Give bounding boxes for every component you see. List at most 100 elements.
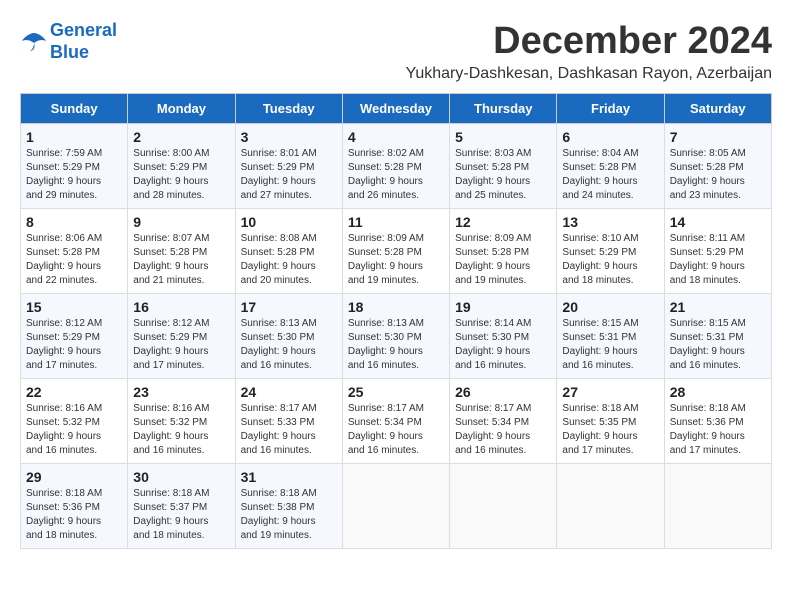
calendar-cell: 2 Sunrise: 8:00 AM Sunset: 5:29 PM Daylig…	[128, 124, 235, 209]
day-number: 17	[241, 299, 337, 315]
calendar-cell: 6Sunrise: 8:04 AM Sunset: 5:28 PM Daylig…	[557, 124, 664, 209]
day-number: 22	[26, 384, 122, 400]
calendar-cell: 10 Sunrise: 8:08 AM Sunset: 5:28 PM Dayli…	[235, 209, 342, 294]
day-number: 7	[670, 129, 766, 145]
calendar-cell: 3 Sunrise: 8:01 AM Sunset: 5:29 PM Daylig…	[235, 124, 342, 209]
cell-info: Sunrise: 8:13 AM Sunset: 5:30 PM Dayligh…	[241, 317, 337, 373]
cell-info: Sunrise: 8:14 AM Sunset: 5:30 PM Dayligh…	[455, 317, 551, 373]
calendar-cell: 25 Sunrise: 8:17 AM Sunset: 5:34 PM Dayli…	[342, 379, 449, 464]
day-number: 16	[133, 299, 229, 315]
day-number: 26	[455, 384, 551, 400]
calendar-cell: 27 Sunrise: 8:18 AM Sunset: 5:35 PM Dayli…	[557, 379, 664, 464]
calendar-cell: 1 Sunrise: 7:59 AM Sunset: 5:29 PM Daylig…	[21, 124, 128, 209]
week-row-4: 22 Sunrise: 8:16 AM Sunset: 5:32 PM Dayli…	[21, 379, 772, 464]
calendar-cell: 15Sunrise: 8:12 AM Sunset: 5:29 PM Dayli…	[21, 294, 128, 379]
calendar-cell: 11Sunrise: 8:09 AM Sunset: 5:28 PM Dayli…	[342, 209, 449, 294]
calendar-cell	[557, 464, 664, 549]
week-row-1: 1 Sunrise: 7:59 AM Sunset: 5:29 PM Daylig…	[21, 124, 772, 209]
day-number: 3	[241, 129, 337, 145]
cell-info: Sunrise: 8:17 AM Sunset: 5:34 PM Dayligh…	[348, 402, 444, 458]
cell-info: Sunrise: 8:09 AM Sunset: 5:28 PM Dayligh…	[348, 232, 444, 288]
cell-info: Sunrise: 8:15 AM Sunset: 5:31 PM Dayligh…	[562, 317, 658, 373]
day-number: 30	[133, 469, 229, 485]
weekday-header-saturday: Saturday	[664, 94, 771, 124]
calendar-cell: 23Sunrise: 8:16 AM Sunset: 5:32 PM Dayli…	[128, 379, 235, 464]
weekday-header-thursday: Thursday	[450, 94, 557, 124]
calendar-cell: 13 Sunrise: 8:10 AM Sunset: 5:29 PM Dayli…	[557, 209, 664, 294]
day-number: 14	[670, 214, 766, 230]
cell-info: Sunrise: 8:12 AM Sunset: 5:29 PM Dayligh…	[133, 317, 229, 373]
calendar-cell: 22 Sunrise: 8:16 AM Sunset: 5:32 PM Dayli…	[21, 379, 128, 464]
cell-info: Sunrise: 8:08 AM Sunset: 5:28 PM Dayligh…	[241, 232, 337, 288]
cell-info: Sunrise: 8:09 AM Sunset: 5:28 PM Dayligh…	[455, 232, 551, 288]
cell-info: Sunrise: 8:16 AM Sunset: 5:32 PM Dayligh…	[26, 402, 122, 458]
day-number: 20	[562, 299, 658, 315]
calendar-cell: 7 Sunrise: 8:05 AM Sunset: 5:28 PM Daylig…	[664, 124, 771, 209]
cell-info: Sunrise: 8:00 AM Sunset: 5:29 PM Dayligh…	[133, 147, 229, 203]
day-number: 5	[455, 129, 551, 145]
calendar-cell	[664, 464, 771, 549]
weekday-header-tuesday: Tuesday	[235, 94, 342, 124]
day-number: 4	[348, 129, 444, 145]
calendar-cell: 9 Sunrise: 8:07 AM Sunset: 5:28 PM Daylig…	[128, 209, 235, 294]
calendar-cell	[342, 464, 449, 549]
calendar-cell: 28Sunrise: 8:18 AM Sunset: 5:36 PM Dayli…	[664, 379, 771, 464]
cell-info: Sunrise: 8:02 AM Sunset: 5:28 PM Dayligh…	[348, 147, 444, 203]
cell-info: Sunrise: 8:16 AM Sunset: 5:32 PM Dayligh…	[133, 402, 229, 458]
week-row-5: 29Sunrise: 8:18 AM Sunset: 5:36 PM Dayli…	[21, 464, 772, 549]
weekday-header-monday: Monday	[128, 94, 235, 124]
week-row-3: 15 Sunrise: 8:12 AM Sunset: 5:29 PM Dayli…	[21, 294, 772, 379]
day-number: 6	[562, 129, 658, 145]
logo-text: General Blue	[50, 20, 117, 63]
calendar-cell: 24 Sunrise: 8:17 AM Sunset: 5:33 PM Dayli…	[235, 379, 342, 464]
page-header: General Blue December 2024 Yukhary-Dashk…	[20, 20, 772, 83]
cell-info: Sunrise: 8:18 AM Sunset: 5:35 PM Dayligh…	[562, 402, 658, 458]
day-number: 13	[562, 214, 658, 230]
cell-info: Sunrise: 7:59 AM Sunset: 5:29 PM Dayligh…	[26, 147, 122, 203]
day-number: 19	[455, 299, 551, 315]
day-number: 24	[241, 384, 337, 400]
cell-info: Sunrise: 8:17 AM Sunset: 5:33 PM Dayligh…	[241, 402, 337, 458]
day-number: 28	[670, 384, 766, 400]
calendar-table: SundayMondayTuesdayWednesdayThursdayFrid…	[20, 93, 772, 549]
day-number: 21	[670, 299, 766, 315]
cell-info: Sunrise: 8:01 AM Sunset: 5:29 PM Dayligh…	[241, 147, 337, 203]
title-block: December 2024 Yukhary-Dashkesan, Dashkas…	[406, 20, 772, 83]
day-number: 31	[241, 469, 337, 485]
calendar-cell: 21 Sunrise: 8:15 AM Sunset: 5:31 PM Dayli…	[664, 294, 771, 379]
day-number: 1	[26, 129, 122, 145]
weekday-header-sunday: Sunday	[21, 94, 128, 124]
weekday-header-row: SundayMondayTuesdayWednesdayThursdayFrid…	[21, 94, 772, 124]
cell-info: Sunrise: 8:05 AM Sunset: 5:28 PM Dayligh…	[670, 147, 766, 203]
calendar-cell: 29Sunrise: 8:18 AM Sunset: 5:36 PM Dayli…	[21, 464, 128, 549]
calendar-cell: 14 Sunrise: 8:11 AM Sunset: 5:29 PM Dayli…	[664, 209, 771, 294]
cell-info: Sunrise: 8:15 AM Sunset: 5:31 PM Dayligh…	[670, 317, 766, 373]
calendar-cell: 5 Sunrise: 8:03 AM Sunset: 5:28 PM Daylig…	[450, 124, 557, 209]
calendar-cell: 26 Sunrise: 8:17 AM Sunset: 5:34 PM Dayli…	[450, 379, 557, 464]
month-title: December 2024	[406, 20, 772, 63]
day-number: 10	[241, 214, 337, 230]
cell-info: Sunrise: 8:10 AM Sunset: 5:29 PM Dayligh…	[562, 232, 658, 288]
calendar-cell: 30Sunrise: 8:18 AM Sunset: 5:37 PM Dayli…	[128, 464, 235, 549]
calendar-body: 1 Sunrise: 7:59 AM Sunset: 5:29 PM Daylig…	[21, 124, 772, 549]
day-number: 15	[26, 299, 122, 315]
day-number: 12	[455, 214, 551, 230]
day-number: 27	[562, 384, 658, 400]
cell-info: Sunrise: 8:18 AM Sunset: 5:38 PM Dayligh…	[241, 487, 337, 543]
calendar-cell: 8Sunrise: 8:06 AM Sunset: 5:28 PM Daylig…	[21, 209, 128, 294]
cell-info: Sunrise: 8:03 AM Sunset: 5:28 PM Dayligh…	[455, 147, 551, 203]
cell-info: Sunrise: 8:07 AM Sunset: 5:28 PM Dayligh…	[133, 232, 229, 288]
day-number: 18	[348, 299, 444, 315]
day-number: 9	[133, 214, 229, 230]
logo-bird-icon	[20, 31, 48, 53]
cell-info: Sunrise: 8:11 AM Sunset: 5:29 PM Dayligh…	[670, 232, 766, 288]
logo: General Blue	[20, 20, 117, 63]
week-row-2: 8Sunrise: 8:06 AM Sunset: 5:28 PM Daylig…	[21, 209, 772, 294]
calendar-cell: 31 Sunrise: 8:18 AM Sunset: 5:38 PM Dayli…	[235, 464, 342, 549]
calendar-cell: 16 Sunrise: 8:12 AM Sunset: 5:29 PM Dayli…	[128, 294, 235, 379]
day-number: 25	[348, 384, 444, 400]
calendar-cell: 19 Sunrise: 8:14 AM Sunset: 5:30 PM Dayli…	[450, 294, 557, 379]
day-number: 2	[133, 129, 229, 145]
cell-info: Sunrise: 8:18 AM Sunset: 5:36 PM Dayligh…	[26, 487, 122, 543]
cell-info: Sunrise: 8:17 AM Sunset: 5:34 PM Dayligh…	[455, 402, 551, 458]
